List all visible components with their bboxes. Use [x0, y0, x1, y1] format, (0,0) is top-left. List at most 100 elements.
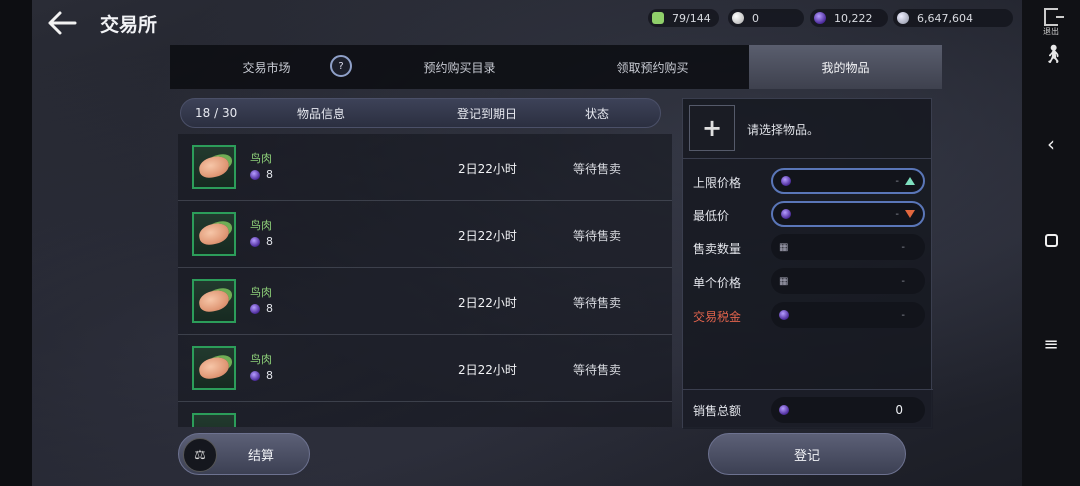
tab-my-items-label: 我的物品	[821, 60, 870, 75]
page-title: 交易所	[100, 14, 158, 36]
item-name: 鸟肉	[250, 286, 272, 299]
system-home-icon[interactable]	[1040, 234, 1062, 247]
help-badge-icon[interactable]: ?	[330, 55, 352, 77]
tab-claim-preorder[interactable]: 领取预约购买	[556, 45, 749, 89]
energy-icon	[652, 12, 664, 24]
column-status: 状态	[585, 106, 610, 121]
unit-price-field[interactable]: ▦ -	[771, 268, 925, 294]
add-item-icon[interactable]: +	[689, 105, 735, 151]
register-label: 登记	[793, 448, 820, 464]
list-item[interactable]: 鸟肉 8 2日22小时 等待售卖	[178, 268, 672, 335]
tax-field: -	[771, 302, 925, 328]
purple-orb-icon	[781, 209, 791, 219]
item-name: 鸟肉	[250, 353, 272, 366]
meat-icon	[197, 288, 231, 314]
sell-qty-value: -	[901, 241, 905, 253]
item-thumbnail	[192, 212, 236, 256]
unit-price-row: 单个价格 ▦ -	[683, 267, 933, 295]
min-price-label: 最低价	[693, 209, 730, 223]
item-expiry: 2日22小时	[458, 162, 517, 176]
item-thumbnail	[192, 145, 236, 189]
currency-silver: 6,647,604	[893, 9, 1013, 27]
purple-orb-icon	[250, 303, 260, 314]
total-sales-row: 销售总额 0	[683, 389, 933, 429]
list-item[interactable]: 鸟肉 8 2日22小时 等待售卖	[178, 134, 672, 201]
total-sales-value: 0	[895, 403, 903, 417]
item-expiry: 2日22小时	[458, 296, 517, 310]
list-item-partial[interactable]	[178, 402, 672, 427]
tab-preorder-list[interactable]: 预约购买目录	[363, 45, 556, 89]
left-edge	[0, 0, 32, 486]
price-down-icon[interactable]	[905, 210, 915, 218]
list-item[interactable]: 鸟肉 8 2日22小时 等待售卖	[178, 335, 672, 402]
item-qty-value: 8	[266, 369, 273, 382]
item-thumbnail	[192, 413, 236, 427]
purple-orb-icon	[250, 236, 260, 247]
settle-button[interactable]: ⚖︎ 结算	[178, 433, 310, 475]
exit-label: 退出	[1043, 27, 1059, 36]
quantity-grid-icon: ▦	[779, 241, 789, 253]
column-expiry: 登记到期日	[457, 106, 518, 121]
purple-orb-icon	[779, 405, 789, 415]
tab-claim-preorder-label: 领取预约购买	[616, 60, 689, 75]
system-recents-icon[interactable]: ≡	[1040, 334, 1062, 355]
item-qty-value: 8	[266, 168, 273, 181]
back-arrow-icon[interactable]	[46, 10, 78, 36]
item-select-area[interactable]: + 请选择物品。	[683, 99, 931, 159]
min-price-row: 最低价 -	[683, 200, 933, 228]
purple-orb-icon	[814, 12, 826, 24]
item-quantity: 8	[250, 369, 273, 382]
item-quantity: 8	[250, 235, 273, 248]
purple-orb-icon	[781, 176, 791, 186]
item-quantity: 8	[250, 168, 273, 181]
silver-coin-icon	[897, 12, 909, 24]
purple-orb-icon	[250, 169, 260, 180]
list-item[interactable]: 鸟肉 8 2日22小时 等待售卖	[178, 201, 672, 268]
max-price-label: 上限价格	[693, 176, 742, 190]
item-expiry: 2日22小时	[458, 363, 517, 377]
tax-label: 交易税金	[693, 310, 742, 324]
purple-orb-icon	[250, 370, 260, 381]
tax-value: -	[901, 309, 905, 321]
tab-market[interactable]: 交易市场 ?	[170, 45, 363, 89]
tab-my-items[interactable]: 我的物品	[749, 45, 942, 89]
tab-bar: 交易市场 ? 预约购买目录 领取预约购买 我的物品	[170, 45, 942, 89]
item-thumbnail	[192, 279, 236, 323]
sell-qty-row: 售卖数量 ▦ -	[683, 233, 933, 261]
item-list[interactable]: 鸟肉 8 2日22小时 等待售卖 鸟肉 8 2日22小时 等待售卖 鸟肉 8 2…	[178, 134, 672, 427]
currency-orb: 10,222	[810, 9, 888, 27]
sell-qty-field[interactable]: ▦ -	[771, 234, 925, 260]
energy-value: 79/144	[672, 11, 711, 25]
item-status: 等待售卖	[573, 296, 622, 310]
purple-orb-icon	[779, 310, 789, 320]
meat-icon	[197, 221, 231, 247]
unit-price-label: 单个价格	[693, 276, 742, 290]
system-back-icon[interactable]: ‹	[1040, 132, 1062, 156]
silver-value: 6,647,604	[917, 11, 973, 25]
register-button[interactable]: 登记	[708, 433, 906, 475]
max-price-value: -	[895, 175, 899, 187]
item-quantity: 8	[250, 302, 273, 315]
accessibility-icon[interactable]: 🚶︎	[1042, 44, 1065, 65]
column-item-info: 物品信息	[297, 106, 346, 121]
exit-door-icon	[1044, 8, 1064, 26]
meat-icon	[197, 355, 231, 381]
select-item-prompt: 请选择物品。	[747, 123, 820, 137]
item-status: 等待售卖	[573, 363, 622, 377]
item-status: 等待售卖	[573, 162, 622, 176]
min-price-field[interactable]: -	[771, 201, 925, 227]
max-price-field[interactable]: -	[771, 168, 925, 194]
exit-button[interactable]: 退出	[1040, 8, 1064, 44]
tab-preorder-list-label: 预约购买目录	[423, 60, 496, 75]
item-status: 等待售卖	[573, 229, 622, 243]
orb-value: 10,222	[834, 11, 873, 25]
quantity-grid-icon: ▦	[779, 275, 789, 287]
pearl-value: 0	[752, 11, 759, 25]
tab-market-label: 交易市场	[242, 60, 291, 75]
item-name: 鸟肉	[250, 152, 272, 165]
tax-row: 交易税金 -	[683, 301, 933, 329]
total-sales-field: 0	[771, 397, 925, 423]
meat-icon	[197, 154, 231, 180]
price-up-icon[interactable]	[905, 177, 915, 185]
item-qty-value: 8	[266, 235, 273, 248]
